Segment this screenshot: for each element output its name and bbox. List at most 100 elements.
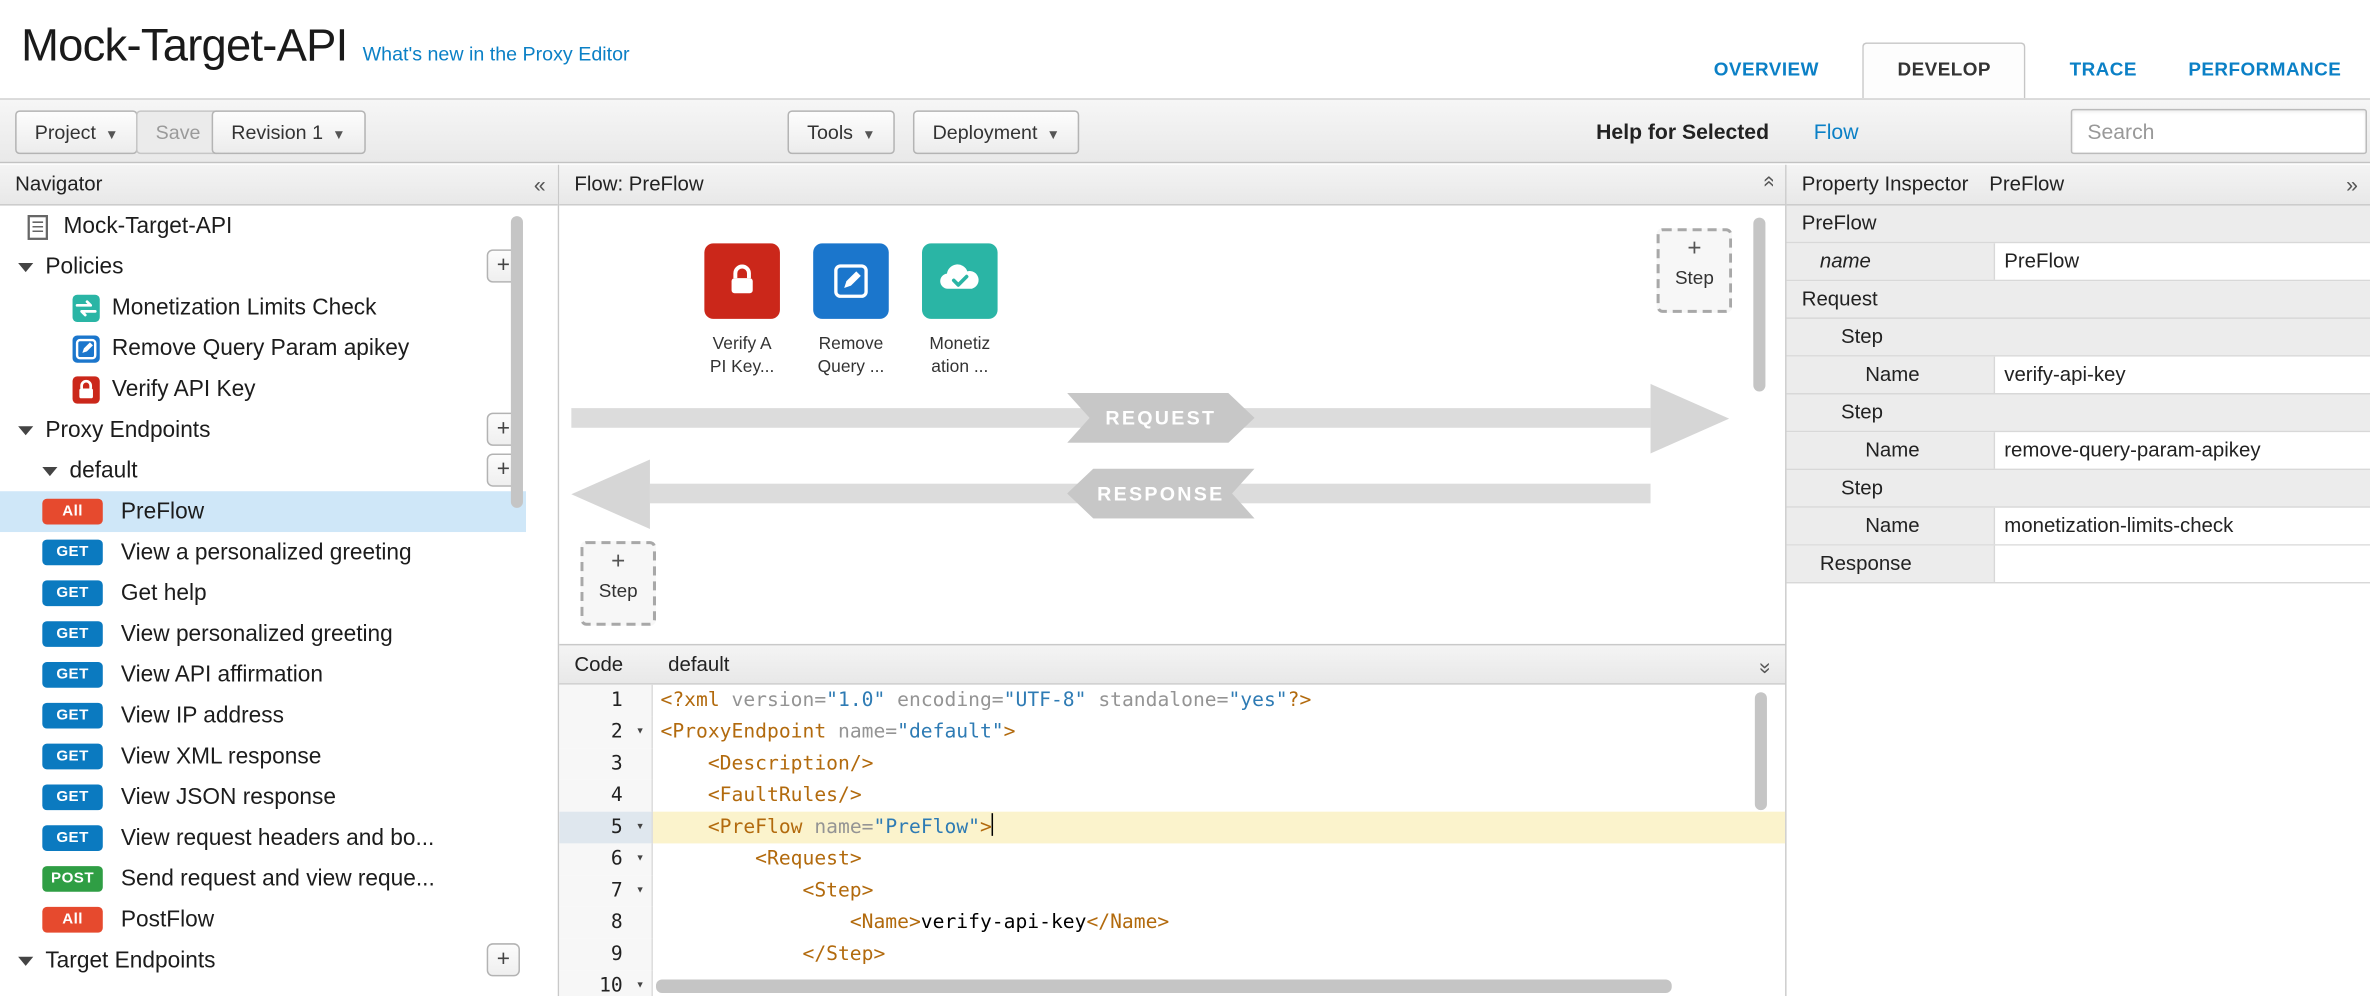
navigator-tree: Mock-Target-API Policies + Monetization … (0, 206, 526, 996)
code-line[interactable]: 3 <Description/> (559, 748, 1785, 780)
flow-item-preflow[interactable]: All PreFlow (0, 491, 526, 532)
toolbar: Project▼ Save Revision 1▼ Tools▼ Deploym… (0, 98, 2370, 163)
pencil-icon (813, 243, 889, 319)
collapse-right-icon[interactable]: » (2346, 165, 2358, 204)
collapse-down-icon[interactable]: » (1747, 662, 1786, 674)
revision-menu-button[interactable]: Revision 1▼ (212, 110, 366, 154)
method-badge: POST (42, 866, 102, 892)
proxy-editor-app: Mock-Target-API What's new in the Proxy … (0, 0, 2370, 996)
field-key: Name (1787, 508, 1996, 544)
policy-label: Verify API Key (112, 369, 256, 410)
flow-label: PreFlow (121, 491, 204, 532)
collapse-left-icon[interactable]: « (534, 165, 546, 204)
tab-develop[interactable]: DEVELOP (1863, 42, 2026, 98)
field-key: Response (1787, 546, 1996, 582)
flow-policy-remove-query[interactable]: RemoveQuery ... (803, 243, 900, 379)
code-line[interactable]: 7▾ <Step> (559, 875, 1785, 907)
field-value[interactable]: PreFlow (1995, 243, 2370, 279)
flow-scrollbar[interactable] (1753, 218, 1765, 392)
code-horizontal-scrollbar[interactable] (656, 979, 1672, 993)
line-number: 3 (559, 748, 629, 780)
code-scope-label: default (668, 653, 729, 676)
tools-menu-button[interactable]: Tools▼ (787, 110, 895, 154)
chevron-down-icon: ▼ (1047, 127, 1060, 142)
monetization-icon (73, 295, 100, 322)
code-line[interactable]: 9 </Step> (559, 939, 1785, 971)
fold-arrow-icon[interactable]: ▾ (629, 716, 652, 748)
code-vertical-scrollbar[interactable] (1755, 692, 1767, 810)
tab-overview[interactable]: OVERVIEW (1688, 59, 1845, 98)
flow-policy-monetization[interactable]: Monetization ... (911, 243, 1008, 379)
inspector-subsection-step: Step (1787, 395, 2370, 433)
group-default[interactable]: default + (0, 450, 526, 491)
field-value[interactable] (1995, 546, 2370, 582)
flow-item[interactable]: GET View XML response (0, 736, 526, 777)
chevron-down-icon: ▼ (862, 127, 875, 142)
field-value[interactable]: verify-api-key (1995, 357, 2370, 393)
flow-item[interactable]: GET Get help (0, 573, 526, 614)
field-key: Name (1787, 432, 1996, 468)
flow-item[interactable]: GET View JSON response (0, 777, 526, 818)
property-inspector-panel: Property Inspector PreFlow » PreFlow nam… (1787, 165, 2370, 996)
section-policies[interactable]: Policies + (0, 246, 526, 287)
whats-new-link[interactable]: What's new in the Proxy Editor (363, 42, 630, 65)
policy-item-verify-api-key[interactable]: Verify API Key (0, 369, 526, 410)
code-editor[interactable]: 1<?xml version="1.0" encoding="UTF-8" st… (559, 685, 1785, 996)
field-value[interactable]: remove-query-param-apikey (1995, 432, 2370, 468)
add-target-endpoint-button[interactable]: + (487, 943, 520, 976)
fold-gutter (629, 685, 652, 717)
code-line[interactable]: 5▾ <PreFlow name="PreFlow"> (559, 812, 1785, 844)
section-label: Target Endpoints (45, 940, 215, 981)
inspector-header: Property Inspector PreFlow » (1787, 165, 2370, 206)
nav-root-item[interactable]: Mock-Target-API (0, 206, 526, 247)
inspector-section-preflow: PreFlow (1787, 206, 2370, 244)
field-value[interactable]: monetization-limits-check (1995, 508, 2370, 544)
code-line[interactable]: 1<?xml version="1.0" encoding="UTF-8" st… (559, 685, 1785, 717)
flow-item[interactable]: GET View request headers and bo... (0, 818, 526, 859)
tab-trace[interactable]: TRACE (2044, 59, 2163, 98)
flow-item[interactable]: POST Send request and view reque... (0, 859, 526, 900)
project-menu-button[interactable]: Project▼ (15, 110, 138, 154)
search-input[interactable] (2071, 109, 2367, 154)
fold-gutter (629, 748, 652, 780)
add-step-button-request[interactable]: + Step (1657, 228, 1733, 313)
navigator-scrollbar[interactable] (511, 216, 523, 508)
code-line[interactable]: 8 <Name>verify-api-key</Name> (559, 907, 1785, 939)
policy-item-monetization[interactable]: Monetization Limits Check (0, 287, 526, 328)
line-number: 5 (559, 812, 629, 844)
section-proxy-endpoints[interactable]: Proxy Endpoints + (0, 410, 526, 451)
tab-performance[interactable]: PERFORMANCE (2163, 59, 2367, 98)
fold-gutter (629, 780, 652, 812)
flow-item[interactable]: GET View personalized greeting (0, 614, 526, 655)
flow-policy-verify-api-key[interactable]: Verify API Key... (694, 243, 791, 379)
inspector-field-step-name[interactable]: Name verify-api-key (1787, 357, 2370, 395)
fold-arrow-icon[interactable]: ▾ (629, 843, 652, 875)
section-target-endpoints[interactable]: Target Endpoints + (0, 940, 526, 981)
policy-item-remove-query[interactable]: Remove Query Param apikey (0, 328, 526, 369)
inspector-field-response[interactable]: Response (1787, 546, 2370, 584)
method-badge: All (42, 499, 102, 525)
deployment-menu-button[interactable]: Deployment▼ (913, 110, 1080, 154)
inspector-field-step-name[interactable]: Name remove-query-param-apikey (1787, 432, 2370, 470)
flow-item-postflow[interactable]: All PostFlow (0, 899, 526, 940)
code-lines: 1<?xml version="1.0" encoding="UTF-8" st… (559, 685, 1785, 996)
lock-icon (704, 243, 780, 319)
inspector-section-request: Request (1787, 281, 2370, 319)
help-flow-link[interactable]: Flow (1814, 119, 1859, 143)
fold-arrow-icon[interactable]: ▾ (629, 875, 652, 907)
inspector-subsection-step: Step (1787, 470, 2370, 508)
code-line[interactable]: 2▾<ProxyEndpoint name="default"> (559, 716, 1785, 748)
fold-arrow-icon[interactable]: ▾ (629, 970, 652, 996)
code-line[interactable]: 6▾ <Request> (559, 843, 1785, 875)
inspector-field-step-name[interactable]: Name monetization-limits-check (1787, 508, 2370, 546)
flow-item[interactable]: GET View a personalized greeting (0, 532, 526, 573)
save-button[interactable]: Save (136, 110, 220, 154)
code-line[interactable]: 4 <FaultRules/> (559, 780, 1785, 812)
inspector-field-name[interactable]: name PreFlow (1787, 243, 2370, 281)
line-number: 2 (559, 716, 629, 748)
collapse-up-icon[interactable]: » (1747, 175, 1786, 187)
flow-item[interactable]: GET View IP address (0, 695, 526, 736)
flow-item[interactable]: GET View API affirmation (0, 654, 526, 695)
add-step-button-response[interactable]: + Step (580, 541, 656, 626)
fold-arrow-icon[interactable]: ▾ (629, 812, 652, 844)
